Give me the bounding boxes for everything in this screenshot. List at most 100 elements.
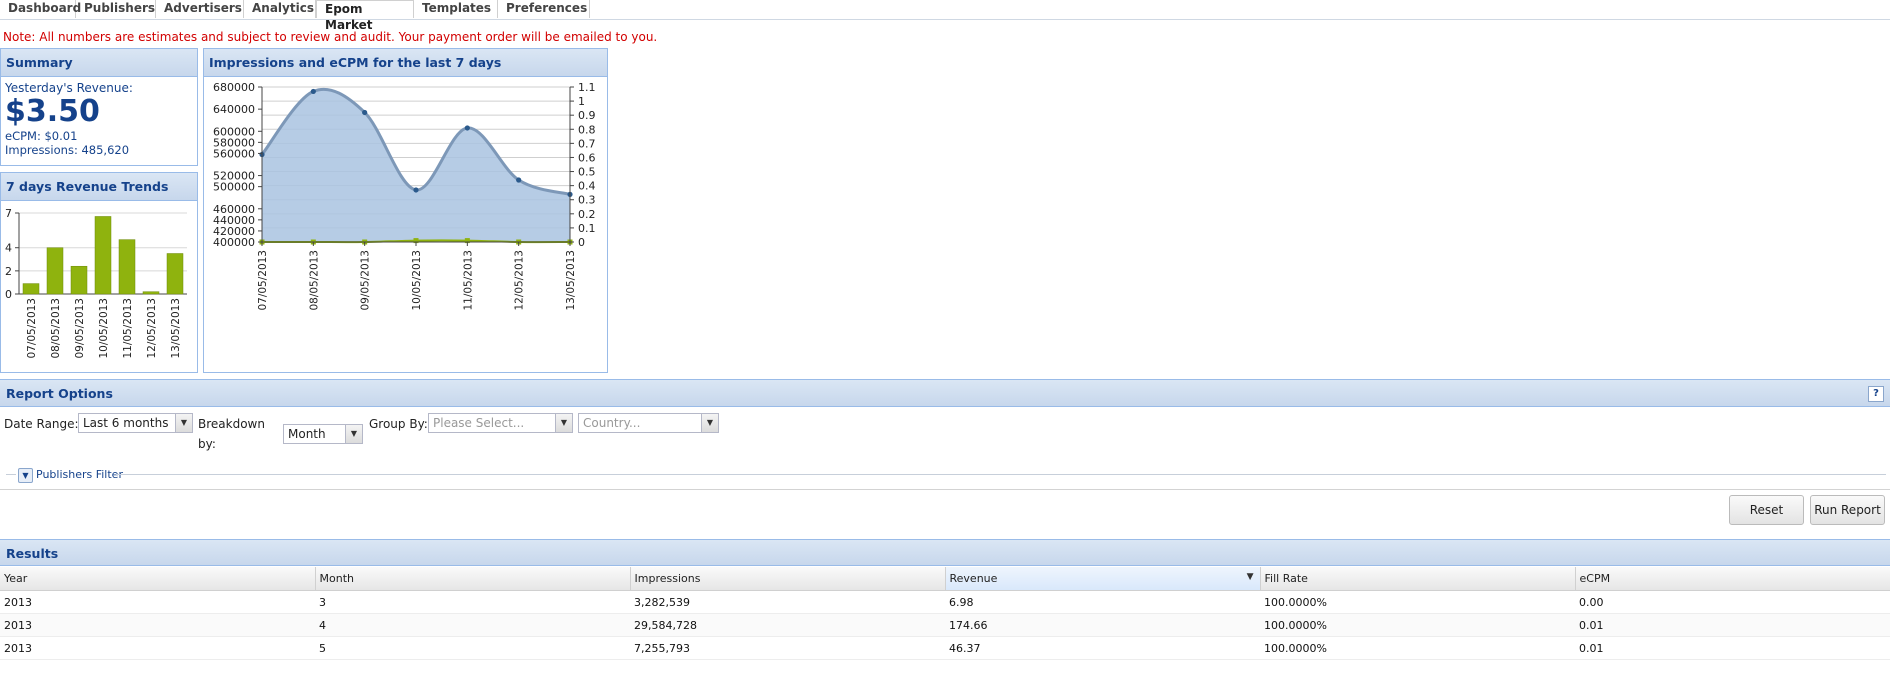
x-tick-label: 07/05/2013 [26, 298, 38, 359]
cell-impressions: 7,255,793 [630, 636, 945, 660]
column-header-year[interactable]: Year [0, 567, 316, 591]
x-tick-label: 13/05/2013 [565, 250, 577, 311]
x-tick-label: 09/05/2013 [74, 298, 86, 359]
cell-impressions: 29,584,728 [630, 613, 945, 637]
x-tick-label: 07/05/2013 [257, 250, 269, 311]
group-by-label: Group By: [369, 417, 428, 431]
x-tick-label: 11/05/2013 [122, 298, 134, 359]
reset-button[interactable]: Reset [1729, 495, 1804, 525]
expand-toggle-icon[interactable]: ▼ [18, 468, 33, 483]
cell-month: 4 [315, 613, 630, 637]
cell-month: 5 [315, 636, 630, 660]
chevron-down-icon[interactable]: ▼ [701, 414, 718, 432]
tab-analytics[interactable]: Analytics [244, 0, 316, 18]
x-tick-label: 12/05/2013 [146, 298, 158, 359]
yesterday-revenue-label: Yesterday's Revenue: [5, 81, 133, 95]
tab-epom-market[interactable]: Epom Market [316, 0, 414, 32]
chevron-down-icon[interactable]: ▼ [555, 414, 572, 432]
report-options-header: Report Options ? [0, 379, 1890, 407]
cell-fill-rate: 100.0000% [1260, 636, 1575, 660]
country-select[interactable]: Country... ▼ [578, 413, 719, 433]
cell-year: 2013 [0, 636, 315, 660]
chevron-down-icon[interactable]: ▼ [345, 425, 362, 443]
cell-year: 2013 [0, 590, 315, 614]
revenue-bar [94, 216, 112, 295]
table-row[interactable]: 2013 4 29,584,728 174.66 100.0000% 0.01 [0, 613, 1890, 637]
sort-dropdown-icon[interactable]: ▼ [1247, 572, 1254, 582]
revenue-bar [142, 291, 160, 295]
breakdown-label-by: by: [198, 437, 216, 451]
impressions-point [516, 177, 522, 183]
cell-revenue: 6.98 [945, 590, 1260, 614]
x-tick-label: 12/05/2013 [514, 250, 526, 311]
table-row[interactable]: 2013 3 3,282,539 6.98 100.0000% 0.00 [0, 590, 1890, 614]
date-range-value: Last 6 months [83, 416, 169, 430]
group-by-select[interactable]: Please Select... ▼ [428, 413, 573, 433]
right-y-tick-label: 0.3 [578, 194, 596, 207]
tab-publishers[interactable]: Publishers [76, 0, 156, 18]
summary-title: Summary [1, 49, 197, 77]
cell-month: 3 [315, 590, 630, 614]
right-y-tick-label: 0.5 [578, 166, 596, 179]
right-y-tick-label: 0 [578, 236, 585, 249]
table-row[interactable]: 2013 5 7,255,793 46.37 100.0000% 0.01 [0, 636, 1890, 660]
tab-preferences[interactable]: Preferences [498, 0, 590, 18]
impressions-point [413, 187, 419, 193]
impressions-value: Impressions: 485,620 [5, 143, 130, 157]
column-header-impressions[interactable]: Impressions [630, 567, 946, 591]
right-y-tick-label: 0.1 [578, 222, 596, 235]
revenue-bar [46, 247, 64, 295]
fieldset-divider [116, 474, 1886, 475]
ecpm-value: eCPM: $0.01 [5, 129, 78, 143]
left-y-tick-label: 500000 [213, 181, 255, 194]
right-y-tick-label: 0.8 [578, 123, 596, 136]
left-y-tick-label: 400000 [213, 236, 255, 249]
impressions-area [262, 89, 570, 243]
revenue-trends-panel: 7 days Revenue Trends 0 2 4 7 07/05/2013 08/0… [0, 172, 198, 373]
right-y-tick-label: 1 [578, 95, 585, 108]
impressions-point [362, 109, 368, 116]
column-header-month[interactable]: Month [315, 567, 631, 591]
help-icon[interactable]: ? [1868, 386, 1884, 402]
report-options-title: Report Options [6, 386, 113, 401]
x-tick-label: 09/05/2013 [360, 250, 372, 311]
left-y-tick-label: 520000 [213, 170, 255, 183]
x-tick-label: 13/05/2013 [170, 298, 182, 359]
tab-templates[interactable]: Templates [414, 0, 498, 18]
revenue-bar [166, 253, 184, 295]
left-y-tick-label: 440000 [213, 214, 255, 227]
tab-advertisers[interactable]: Advertisers [156, 0, 244, 18]
impressions-point [310, 88, 316, 95]
country-placeholder: Country... [583, 416, 641, 430]
publishers-filter-label[interactable]: Publishers Filter [36, 468, 123, 481]
x-tick-label: 11/05/2013 [462, 250, 474, 311]
run-report-button[interactable]: Run Report [1810, 495, 1885, 525]
left-y-tick-label: 580000 [213, 136, 255, 149]
breakdown-select[interactable]: Month ▼ [283, 424, 363, 444]
revenue-trends-chart: 0 2 4 7 07/05/2013 08/05/2013 09/05/2013 10/05/… [5, 207, 187, 359]
results-title: Results [6, 546, 59, 561]
date-range-select[interactable]: Last 6 months ▼ [78, 413, 193, 433]
left-y-tick-label: 600000 [213, 125, 255, 138]
tab-dashboard[interactable]: Dashboard [0, 0, 81, 18]
left-y-tick-label: 420000 [213, 225, 255, 238]
x-tick-label: 08/05/2013 [308, 250, 320, 311]
right-y-tick-label: 1.1 [578, 81, 596, 94]
chevron-down-icon[interactable]: ▼ [175, 414, 192, 432]
right-y-tick-label: 0.4 [578, 180, 596, 193]
fieldset-divider [6, 474, 16, 475]
x-tick-label: 10/05/2013 [411, 250, 423, 311]
cell-fill-rate: 100.0000% [1260, 613, 1575, 637]
revenue-bar [70, 265, 88, 295]
left-y-tick-label: 560000 [213, 147, 255, 160]
right-y-tick-label: 0.6 [578, 151, 596, 164]
column-header-revenue-label: Revenue [949, 572, 998, 585]
column-header-fill-rate[interactable]: Fill Rate [1260, 567, 1576, 591]
column-header-revenue[interactable]: Revenue ▼ [945, 567, 1261, 591]
left-y-tick-label: 640000 [213, 103, 255, 116]
x-tick-label: 10/05/2013 [98, 298, 110, 359]
y-tick-label: 7 [5, 207, 12, 220]
payment-note: Note: All numbers are estimates and subj… [3, 30, 658, 44]
breakdown-value: Month [288, 427, 326, 441]
column-header-ecpm[interactable]: eCPM [1575, 567, 1890, 591]
